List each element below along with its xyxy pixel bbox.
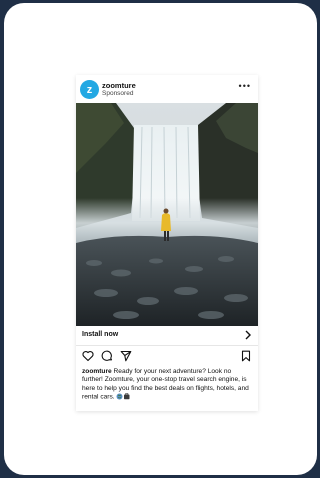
chevron-right-icon: [245, 330, 251, 340]
caption-username[interactable]: zoomture: [82, 368, 112, 375]
account-name[interactable]: zoomture: [102, 81, 136, 90]
install-now-bar[interactable]: Install now: [76, 326, 258, 346]
post-caption: zoomture Ready for your next adventure? …: [82, 368, 252, 402]
share-icon[interactable]: [120, 350, 132, 362]
more-options-icon[interactable]: •••: [239, 82, 251, 91]
post-header: z zoomture Sponsored •••: [76, 75, 258, 103]
globe-luggage-emoji-icon: [116, 393, 130, 400]
ad-preview-frame: z zoomture Sponsored ••• Install now zoo…: [4, 3, 317, 475]
avatar[interactable]: z: [80, 80, 99, 99]
comment-icon[interactable]: [101, 350, 113, 362]
post-image: [76, 103, 258, 326]
bookmark-icon[interactable]: [240, 350, 252, 362]
sponsored-label: Sponsored: [102, 90, 134, 97]
install-now-label: Install now: [82, 331, 119, 338]
instagram-post-card: z zoomture Sponsored ••• Install now zoo…: [76, 75, 258, 411]
post-actions: [76, 347, 258, 367]
heart-icon[interactable]: [82, 350, 94, 362]
